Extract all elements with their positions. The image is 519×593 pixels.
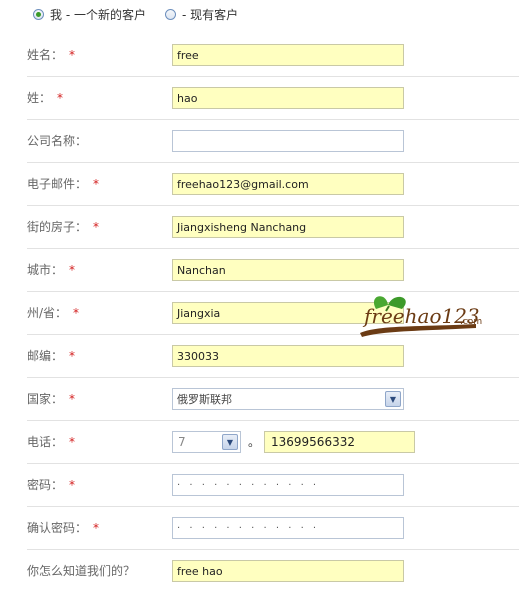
last-name-row: 姓： * hao xyxy=(27,77,519,120)
new-customer-label[interactable]: 我 - 一个新的客户 xyxy=(50,6,146,23)
required-mark: * xyxy=(69,48,76,62)
confirm-password-label: 确认密码： * xyxy=(27,521,100,535)
existing-customer-option[interactable]: - 现有客户 xyxy=(165,6,238,23)
existing-customer-radio[interactable] xyxy=(165,9,176,20)
new-customer-radio[interactable] xyxy=(33,9,44,20)
referral-row: 你怎么知道我们的？ free hao xyxy=(27,550,519,592)
required-mark: * xyxy=(93,177,100,191)
email-label: 电子邮件： * xyxy=(27,177,100,191)
required-mark: * xyxy=(73,306,80,320)
password-row: 密码： * · · · · · · · · · · · · xyxy=(27,464,519,507)
phone-separator: 。 xyxy=(248,435,261,449)
required-mark: * xyxy=(69,349,76,363)
chevron-down-icon[interactable]: ▼ xyxy=(222,434,238,450)
company-label: 公司名称： xyxy=(27,134,88,148)
country-label: 国家： * xyxy=(27,392,76,406)
referral-label: 你怎么知道我们的？ xyxy=(27,564,136,578)
zip-label: 邮编： * xyxy=(27,349,76,363)
state-label: 州/省： * xyxy=(27,306,80,320)
first-name-label: 姓名： * xyxy=(27,48,76,62)
required-mark: * xyxy=(69,263,76,277)
freehao123-watermark-logo: freehao123 .com xyxy=(360,296,482,337)
street-input[interactable]: Jiangxisheng Nanchang xyxy=(172,216,404,238)
country-value: 俄罗斯联邦 xyxy=(177,393,232,406)
phone-row: 电话： * 7 ▼ 。 13699566332 xyxy=(27,421,519,464)
street-row: 街的房子： * Jiangxisheng Nanchang xyxy=(27,206,519,249)
required-mark: * xyxy=(57,91,64,105)
new-customer-option[interactable]: 我 - 一个新的客户 xyxy=(33,6,146,23)
chevron-down-icon[interactable]: ▼ xyxy=(385,391,401,407)
phone-input[interactable]: 13699566332 xyxy=(264,431,415,453)
required-mark: * xyxy=(93,521,100,535)
zip-row: 邮编： * 330033 xyxy=(27,335,519,378)
street-label: 街的房子： * xyxy=(27,220,100,234)
email-input[interactable]: freehao123@gmail.com xyxy=(172,173,404,195)
last-name-label: 姓： * xyxy=(27,91,64,105)
first-name-row: 姓名： * free xyxy=(27,34,519,77)
zip-input[interactable]: 330033 xyxy=(172,345,404,367)
required-mark: * xyxy=(93,220,100,234)
country-select[interactable]: 俄罗斯联邦 ▼ xyxy=(172,388,404,410)
password-input[interactable]: · · · · · · · · · · · · xyxy=(172,474,404,496)
company-row: 公司名称： xyxy=(27,120,519,163)
phone-country-code-select[interactable]: 7 ▼ xyxy=(172,431,241,453)
phone-country-code-value: 7 xyxy=(178,435,186,449)
company-input[interactable] xyxy=(172,130,404,152)
city-label: 城市： * xyxy=(27,263,76,277)
required-mark: * xyxy=(69,392,76,406)
country-row: 国家： * 俄罗斯联邦 ▼ xyxy=(27,378,519,421)
required-mark: * xyxy=(69,435,76,449)
city-row: 城市： * Nanchan xyxy=(27,249,519,292)
customer-type-bar: 我 - 一个新的客户 - 现有客户 xyxy=(0,0,519,28)
required-mark: * xyxy=(69,478,76,492)
referral-input[interactable]: free hao xyxy=(172,560,404,582)
phone-label: 电话： * xyxy=(27,435,76,449)
existing-customer-label[interactable]: - 现有客户 xyxy=(182,6,238,23)
city-input[interactable]: Nanchan xyxy=(172,259,404,281)
first-name-input[interactable]: free xyxy=(172,44,404,66)
last-name-input[interactable]: hao xyxy=(172,87,404,109)
confirm-password-row: 确认密码： * · · · · · · · · · · · · xyxy=(27,507,519,550)
password-label: 密码： * xyxy=(27,478,76,492)
watermark-suffix: .com xyxy=(460,317,482,327)
confirm-password-input[interactable]: · · · · · · · · · · · · xyxy=(172,517,404,539)
email-row: 电子邮件： * freehao123@gmail.com xyxy=(27,163,519,206)
